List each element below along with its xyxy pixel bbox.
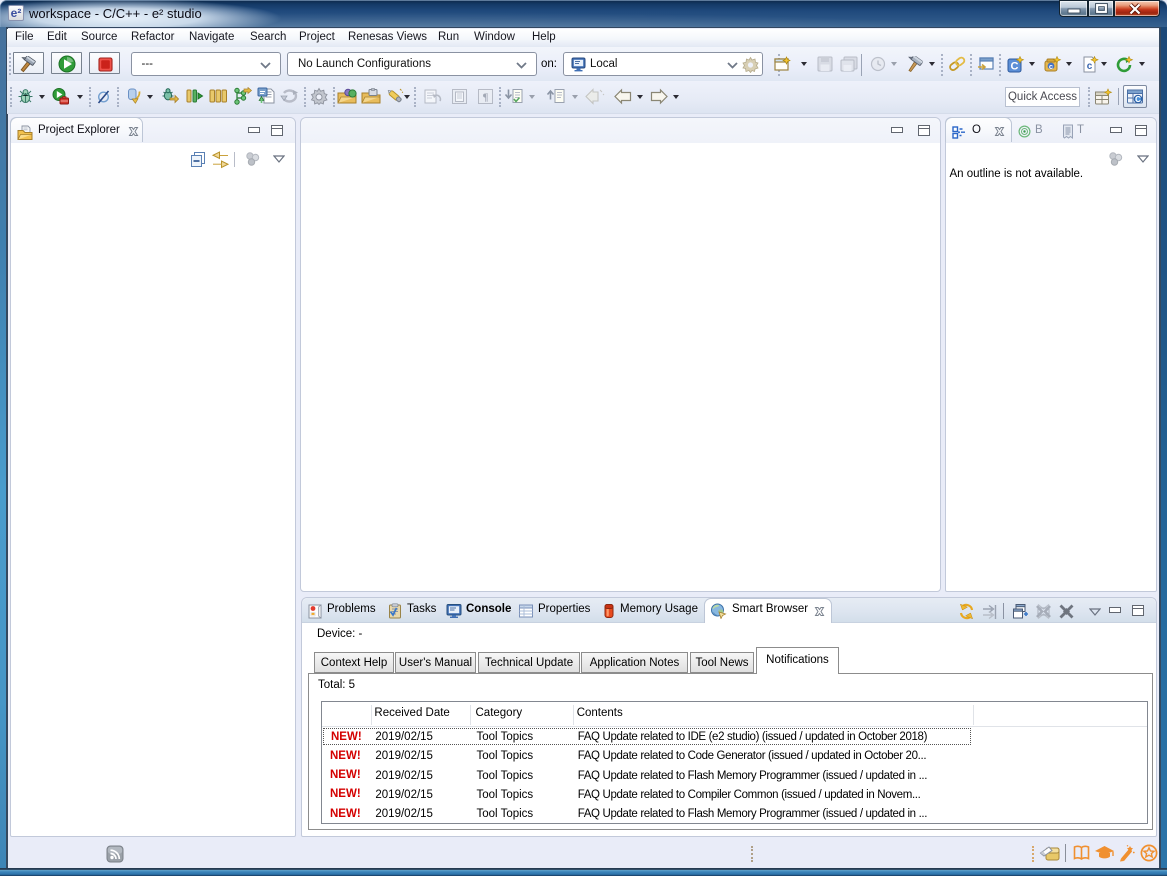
svg-text:¶: ¶: [483, 92, 489, 104]
svg-text:C: C: [1135, 95, 1141, 104]
